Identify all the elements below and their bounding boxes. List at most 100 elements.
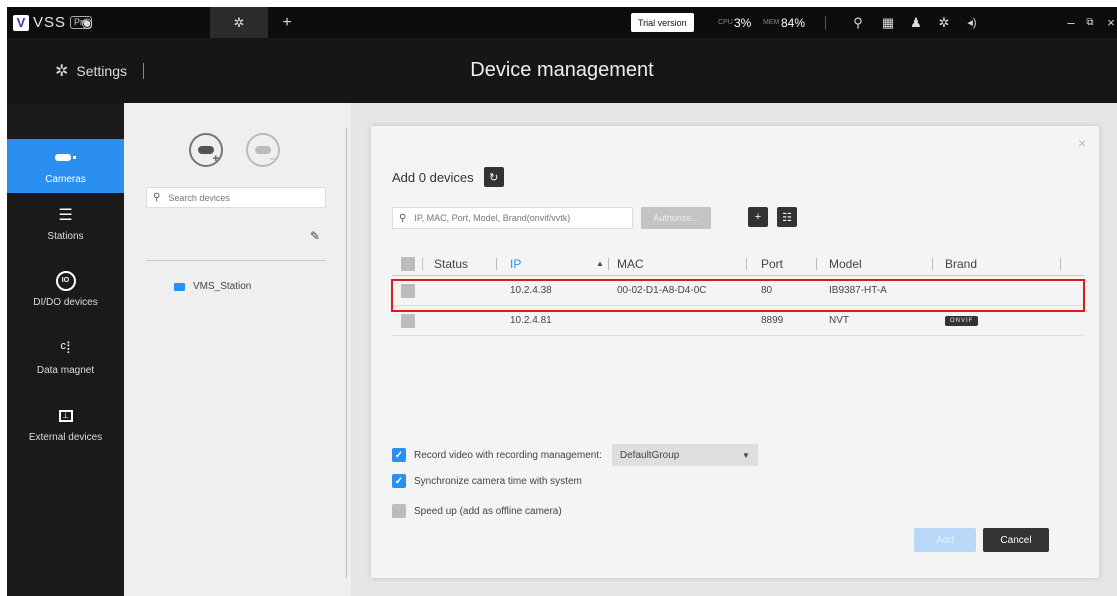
sidebar-item-external-devices[interactable]: ⊥ External devices bbox=[7, 397, 124, 451]
minus-icon: – bbox=[269, 153, 276, 165]
column-separator bbox=[1060, 258, 1061, 270]
add-camera-button[interactable]: + bbox=[189, 133, 223, 167]
column-header-mac[interactable]: MAC bbox=[617, 252, 644, 275]
vss-logo-icon: V bbox=[13, 14, 29, 31]
plus-icon: + bbox=[754, 211, 762, 223]
header-divider bbox=[143, 62, 144, 79]
tree-node-station[interactable]: VMS_Station bbox=[174, 281, 251, 292]
io-icon: IO bbox=[55, 270, 76, 291]
manual-add-button[interactable]: + bbox=[748, 207, 768, 227]
edit-pencil-icon[interactable]: ✎ bbox=[310, 229, 320, 243]
top-bar: V VSS Pro ◉ ✲ + Trial version CPU 3% MEM… bbox=[7, 7, 1117, 38]
add-tab-plus-icon[interactable]: + bbox=[277, 7, 297, 38]
search-icon[interactable]: ⚲ bbox=[850, 7, 866, 38]
add-button[interactable]: Add bbox=[914, 528, 976, 552]
settings-breadcrumb[interactable]: ✲ Settings bbox=[55, 38, 144, 103]
caret-down-icon: ▼ bbox=[741, 450, 750, 460]
tree-divider bbox=[146, 260, 326, 261]
topbar-divider bbox=[825, 16, 826, 30]
mem-label: MEM bbox=[763, 19, 780, 26]
column-separator bbox=[608, 258, 609, 270]
batch-add-button[interactable]: ☷ bbox=[777, 207, 797, 227]
folder-icon bbox=[174, 282, 185, 291]
column-separator bbox=[496, 258, 497, 270]
refresh-icon: ↻ bbox=[489, 171, 499, 184]
record-video-label: Record video with recording management: bbox=[414, 449, 602, 461]
column-header-brand[interactable]: Brand bbox=[945, 252, 977, 275]
logo-text: VSS bbox=[33, 14, 67, 31]
recording-group-value: DefaultGroup bbox=[619, 449, 680, 461]
refresh-button[interactable]: ↻ bbox=[483, 167, 504, 187]
speed-up-label: Speed up (add as offline camera) bbox=[414, 505, 562, 517]
select-all-checkbox[interactable] bbox=[401, 252, 415, 275]
device-tree-panel: + – ⚲ ✎ VMS_Station bbox=[124, 103, 351, 596]
settings-gear-icon: ✲ bbox=[55, 62, 69, 80]
onvif-badge: ONVIF bbox=[945, 315, 979, 326]
sync-time-option[interactable]: ✓ Synchronize camera time with system bbox=[392, 474, 582, 488]
device-search-input[interactable] bbox=[168, 192, 319, 203]
column-header-ip[interactable]: IP bbox=[510, 252, 521, 275]
restore-button[interactable]: ⧉ bbox=[1084, 7, 1096, 38]
panel-divider bbox=[346, 128, 347, 578]
sync-time-label: Synchronize camera time with system bbox=[414, 475, 582, 487]
device-search-box: ⚲ bbox=[146, 187, 326, 208]
search-icon: ⚲ bbox=[153, 192, 161, 203]
settings-label: Settings bbox=[76, 62, 127, 79]
authorize-button[interactable]: Authorize... bbox=[641, 207, 711, 229]
cpu-label: CPU bbox=[718, 19, 733, 26]
trial-version-badge[interactable]: Trial version bbox=[631, 13, 694, 32]
minimize-button[interactable]: – bbox=[1065, 7, 1077, 38]
station-name: VMS_Station bbox=[193, 281, 252, 292]
column-separator bbox=[746, 258, 747, 270]
column-separator bbox=[932, 258, 933, 270]
list-add-icon: ☷ bbox=[782, 211, 792, 224]
camera-remove-icon bbox=[255, 146, 271, 154]
mem-value: 84% bbox=[781, 15, 806, 30]
dialog-close-icon[interactable]: × bbox=[1078, 135, 1086, 151]
device-filter-input[interactable] bbox=[414, 213, 625, 223]
volume-icon[interactable]: ◂) bbox=[964, 7, 980, 38]
record-video-checkbox[interactable]: ✓ bbox=[392, 448, 406, 462]
sidebar-item-stations[interactable]: ☰ Stations bbox=[7, 195, 124, 251]
remove-camera-button[interactable]: – bbox=[246, 133, 280, 167]
plus-icon: + bbox=[212, 153, 219, 165]
record-video-option[interactable]: ✓ Record video with recording management… bbox=[392, 444, 758, 466]
page-header: Device management ✲ Settings bbox=[7, 38, 1117, 103]
add-devices-dialog: × Add 0 devices ↻ ⚲ Authorize... + ☷ Sta… bbox=[371, 126, 1099, 578]
data-magnet-icon: ᶜ⁞ bbox=[60, 339, 71, 357]
grid-icon[interactable]: ▦ bbox=[880, 7, 896, 38]
column-separator bbox=[422, 258, 423, 270]
table-header: Status IP ▲ MAC Port Model Brand bbox=[392, 252, 1084, 276]
close-button[interactable]: × bbox=[1105, 7, 1117, 38]
bell-icon[interactable]: ♟ bbox=[908, 7, 924, 38]
recording-group-select[interactable]: DefaultGroup ▼ bbox=[611, 444, 758, 466]
server-icon: ☰ bbox=[58, 206, 73, 224]
settings-sidebar: Cameras ☰ Stations IO DI/DO devices ᶜ⁞ D… bbox=[7, 103, 124, 596]
column-header-port[interactable]: Port bbox=[761, 252, 783, 275]
sidebar-item-label: Stations bbox=[47, 230, 84, 242]
sync-time-checkbox[interactable]: ✓ bbox=[392, 474, 406, 488]
external-device-icon: ⊥ bbox=[58, 406, 73, 426]
liveview-tab-eye-icon[interactable]: ◉ bbox=[72, 7, 102, 38]
cpu-value: 3% bbox=[734, 15, 752, 30]
column-header-model[interactable]: Model bbox=[829, 252, 862, 275]
dialog-title: Add 0 devices bbox=[392, 169, 474, 185]
sidebar-item-cameras[interactable]: Cameras bbox=[7, 139, 124, 193]
column-separator bbox=[816, 258, 817, 270]
camera-icon bbox=[55, 148, 76, 168]
sidebar-item-dido-devices[interactable]: IO DI/DO devices bbox=[7, 261, 124, 317]
sidebar-item-data-magnet[interactable]: ᶜ⁞ Data magnet bbox=[7, 329, 124, 385]
sort-ascending-icon[interactable]: ▲ bbox=[596, 252, 604, 275]
sidebar-item-label: Cameras bbox=[45, 173, 86, 185]
column-header-status[interactable]: Status bbox=[434, 252, 468, 275]
page-title: Device management bbox=[470, 59, 654, 81]
dialog-title-row: Add 0 devices ↻ bbox=[392, 167, 504, 187]
sidebar-item-label: External devices bbox=[28, 431, 103, 443]
sidebar-item-label: Data magnet bbox=[36, 364, 95, 376]
settings-tab-gear-icon[interactable]: ✲ bbox=[210, 7, 268, 38]
speed-up-checkbox[interactable] bbox=[392, 504, 406, 518]
cancel-button[interactable]: Cancel bbox=[983, 528, 1049, 552]
gear-icon[interactable]: ✲ bbox=[936, 7, 952, 38]
device-filter-box: ⚲ bbox=[392, 207, 633, 229]
speed-up-option[interactable]: Speed up (add as offline camera) bbox=[392, 504, 562, 518]
